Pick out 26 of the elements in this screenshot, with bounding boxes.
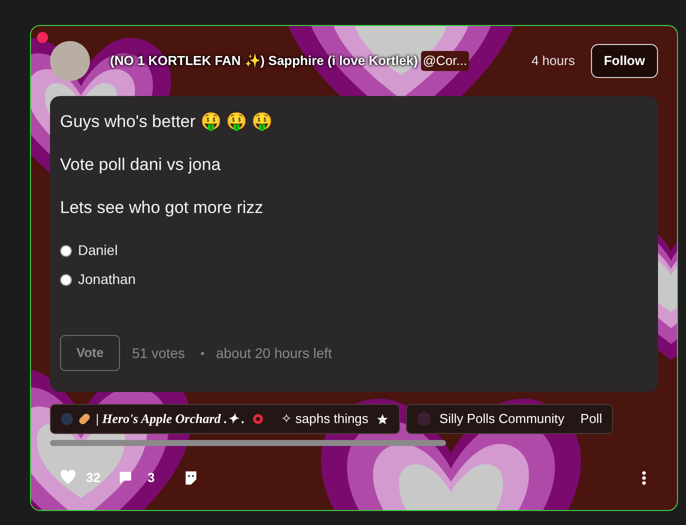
follow-button[interactable]: Follow xyxy=(590,44,658,78)
comment-icon[interactable] xyxy=(118,470,134,486)
vote-count: 51 votes xyxy=(132,344,185,362)
author-name[interactable]: (NO 1 KORTLEK FAN ✨) Sapphire (i love Kortlek) xyxy=(110,51,418,71)
vote-button[interactable]: Vote xyxy=(60,335,120,371)
star-icon xyxy=(376,412,390,426)
post-text: Lets see who got more rizz xyxy=(60,197,264,219)
tag-label: Silly Polls Community xyxy=(439,410,564,428)
post-text: Vote poll dani vs jona xyxy=(60,154,222,176)
sticker-icon[interactable] xyxy=(182,470,199,486)
poll-option-label[interactable]: Jonathan xyxy=(78,269,136,290)
post-text: Guys who's better 🤑 🤑 🤑 xyxy=(60,111,274,133)
tag-label: ✧ saphs things xyxy=(280,410,368,428)
post-time: 4 hours xyxy=(531,52,575,70)
time-left: about 20 hours left xyxy=(216,344,332,362)
avatar-icon xyxy=(61,413,73,425)
author-handle[interactable]: @Cor... xyxy=(420,51,470,71)
tag-label: | Hero's Apple Orchard .✦ . xyxy=(96,410,245,428)
radio-button[interactable] xyxy=(60,274,72,286)
tag-chip[interactable]: Silly Polls Community Poll xyxy=(406,404,614,434)
tag-label: Poll xyxy=(580,410,602,428)
tag-chip[interactable]: | Hero's Apple Orchard .✦ . ✧ saphs things xyxy=(50,404,400,434)
comment-count: 3 xyxy=(147,469,155,487)
poll-option-label[interactable]: Daniel xyxy=(78,240,118,261)
more-options-icon[interactable] xyxy=(642,470,646,485)
radio-button[interactable] xyxy=(60,244,72,256)
